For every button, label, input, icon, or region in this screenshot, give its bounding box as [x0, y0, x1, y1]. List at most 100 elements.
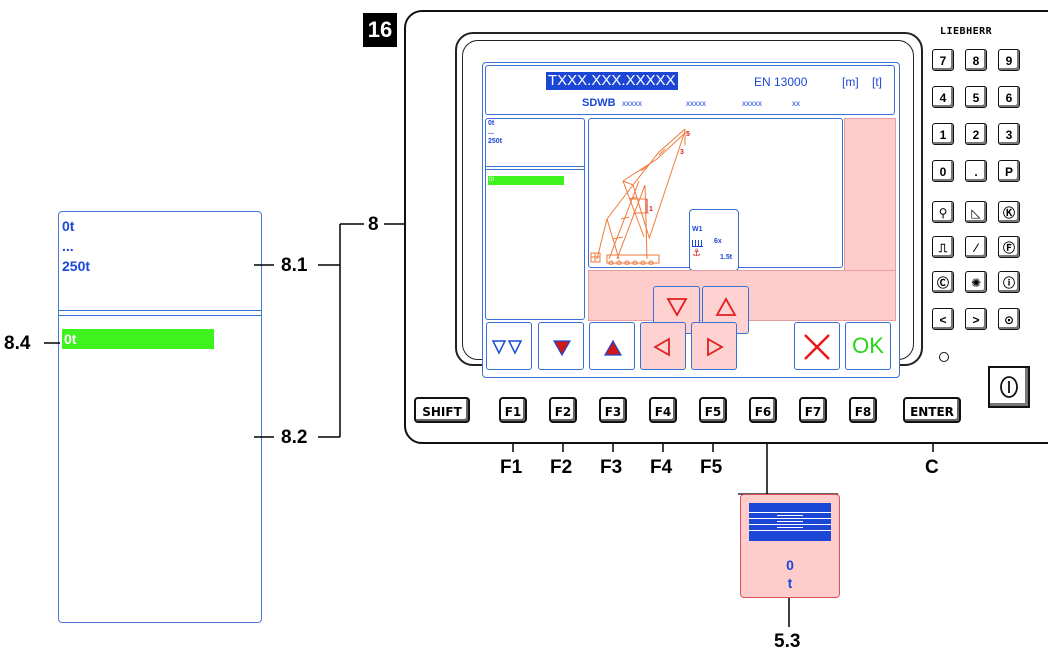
winch-label: W1 — [692, 226, 703, 233]
key-9[interactable]: 9 — [998, 49, 1020, 71]
hook-icon: ⚓ — [692, 248, 701, 259]
key-7[interactable]: 7 — [932, 49, 954, 71]
crane-key[interactable]: ◺ — [965, 201, 987, 223]
key-0[interactable]: 0 — [932, 160, 954, 182]
label-f4: F4 — [650, 457, 673, 478]
cancel-button[interactable] — [794, 322, 840, 370]
label-5-3: 5.3 — [774, 631, 801, 652]
key-4[interactable]: 4 — [932, 86, 954, 108]
up-button[interactable] — [589, 322, 635, 370]
label-8-1: 8.1 — [281, 255, 308, 276]
right-triangle-icon — [707, 337, 724, 357]
key-dot[interactable]: . — [965, 160, 987, 182]
crane-mark-5: 5 — [686, 131, 690, 138]
boot-icon: ⎍ — [938, 241, 948, 255]
down-button[interactable] — [538, 322, 584, 370]
screen-unit-m: [m] — [842, 75, 859, 89]
screen-x2: xxxxx — [686, 99, 706, 108]
k-key[interactable]: Ⓚ — [998, 201, 1020, 223]
screen-panel-bar: 0t — [488, 176, 564, 185]
f7-key[interactable]: F7 — [799, 397, 827, 423]
right-button[interactable] — [691, 322, 737, 370]
double-down-button[interactable] — [486, 322, 532, 370]
power-icon — [1000, 376, 1018, 398]
screen-load-panel: 0t ... 250t 0t — [485, 118, 585, 320]
crane-mark-3: 3 — [680, 149, 684, 156]
info-key[interactable]: ⓘ — [998, 271, 1020, 293]
label-f3: F3 — [600, 457, 623, 478]
screen-x1: xxxxx — [622, 99, 642, 108]
f2-key[interactable]: F2 — [549, 397, 577, 423]
label-c: C — [925, 457, 939, 478]
arrow-right-key[interactable]: > — [965, 308, 987, 330]
key-3[interactable]: 3 — [998, 123, 1020, 145]
wrench-icon: ⁄ — [974, 241, 977, 255]
chevron-left-icon: < — [939, 313, 947, 327]
key-5[interactable]: 5 — [965, 86, 987, 108]
screen-panel-top: 0t — [488, 120, 495, 127]
label-8: 8 — [368, 214, 379, 235]
compass-icon: ✺ — [970, 276, 982, 290]
arrow-left-key[interactable]: < — [932, 308, 954, 330]
screen-panel-bottom: 250t — [488, 138, 503, 145]
shift-key[interactable]: SHIFT — [414, 397, 470, 423]
winch-info-box: W1 6x ⚓ 1.5t — [689, 209, 739, 271]
power-key[interactable] — [988, 366, 1030, 408]
f3-key[interactable]: F3 — [599, 397, 627, 423]
f5-key[interactable]: F5 — [699, 397, 727, 423]
compass-key[interactable]: ✺ — [965, 271, 987, 293]
label-8-4: 8.4 — [4, 333, 31, 354]
figure-number-badge: 16 — [363, 13, 397, 47]
ok-button[interactable]: OK — [845, 322, 891, 370]
key-1[interactable]: 1 — [932, 123, 954, 145]
screen-unit-t: [t] — [872, 75, 883, 89]
circle-key[interactable]: ⊙ — [998, 308, 1020, 330]
info-icon: ⓘ — [1002, 276, 1015, 290]
crane-key-icon: ◺ — [971, 206, 981, 220]
load-detail-unit: t — [787, 575, 793, 591]
key-2[interactable]: 2 — [965, 123, 987, 145]
load-meter — [749, 503, 831, 541]
reeving-value: 6x — [714, 238, 722, 245]
screen-x4: xx — [792, 99, 800, 108]
screen-mode: SDWB — [582, 97, 616, 109]
k-circle-icon: Ⓚ — [1002, 206, 1015, 220]
drum-icon — [692, 240, 703, 247]
left-triangle-icon — [653, 337, 670, 357]
label-f5: F5 — [700, 457, 723, 478]
solid-up-triangle-icon — [603, 339, 623, 356]
load-display-detail: 0 t — [740, 494, 840, 598]
load-value: 1.5t — [720, 254, 733, 261]
wrench-key[interactable]: ⁄ — [965, 236, 987, 258]
brand-logo: LIEBHERR — [940, 26, 993, 37]
double-down-triangle-icon — [491, 340, 523, 355]
label-8-2: 8.2 — [281, 427, 308, 448]
f4-key[interactable]: F4 — [649, 397, 677, 423]
f8-key[interactable]: F8 — [849, 397, 877, 423]
screen-norm: EN 13000 — [754, 75, 808, 89]
boot-key[interactable]: ⎍ — [932, 236, 954, 258]
f-key[interactable]: Ⓕ — [998, 236, 1020, 258]
left-button[interactable] — [640, 322, 686, 370]
chevron-right-icon: > — [972, 313, 980, 327]
enter-key[interactable]: ENTER — [903, 397, 961, 423]
screen-panel-dots: ... — [488, 129, 494, 136]
screen-panel-sep-2 — [486, 169, 584, 170]
f6-key[interactable]: F6 — [749, 397, 777, 423]
screen-title: TXXX.XXX.XXXXX — [546, 72, 678, 90]
load-detail-value: 0 — [786, 557, 794, 573]
circle-icon: ⊙ — [1003, 313, 1015, 327]
key-p[interactable]: P — [998, 160, 1020, 182]
solid-down-triangle-icon — [552, 340, 572, 357]
label-f2: F2 — [550, 457, 573, 478]
key-8[interactable]: 8 — [965, 49, 987, 71]
c-key[interactable]: Ⓒ — [932, 271, 954, 293]
crane-mark-1: 1 — [649, 206, 653, 213]
f-circle-icon: Ⓕ — [1002, 241, 1015, 255]
f1-key[interactable]: F1 — [499, 397, 527, 423]
hook-key[interactable]: ⚲ — [932, 201, 954, 223]
close-icon — [804, 334, 830, 360]
label-f1: F1 — [500, 457, 523, 478]
key-6[interactable]: 6 — [998, 86, 1020, 108]
screen-header: TXXX.XXX.XXXXX EN 13000 [m] [t] SDWB xxx… — [485, 65, 895, 115]
